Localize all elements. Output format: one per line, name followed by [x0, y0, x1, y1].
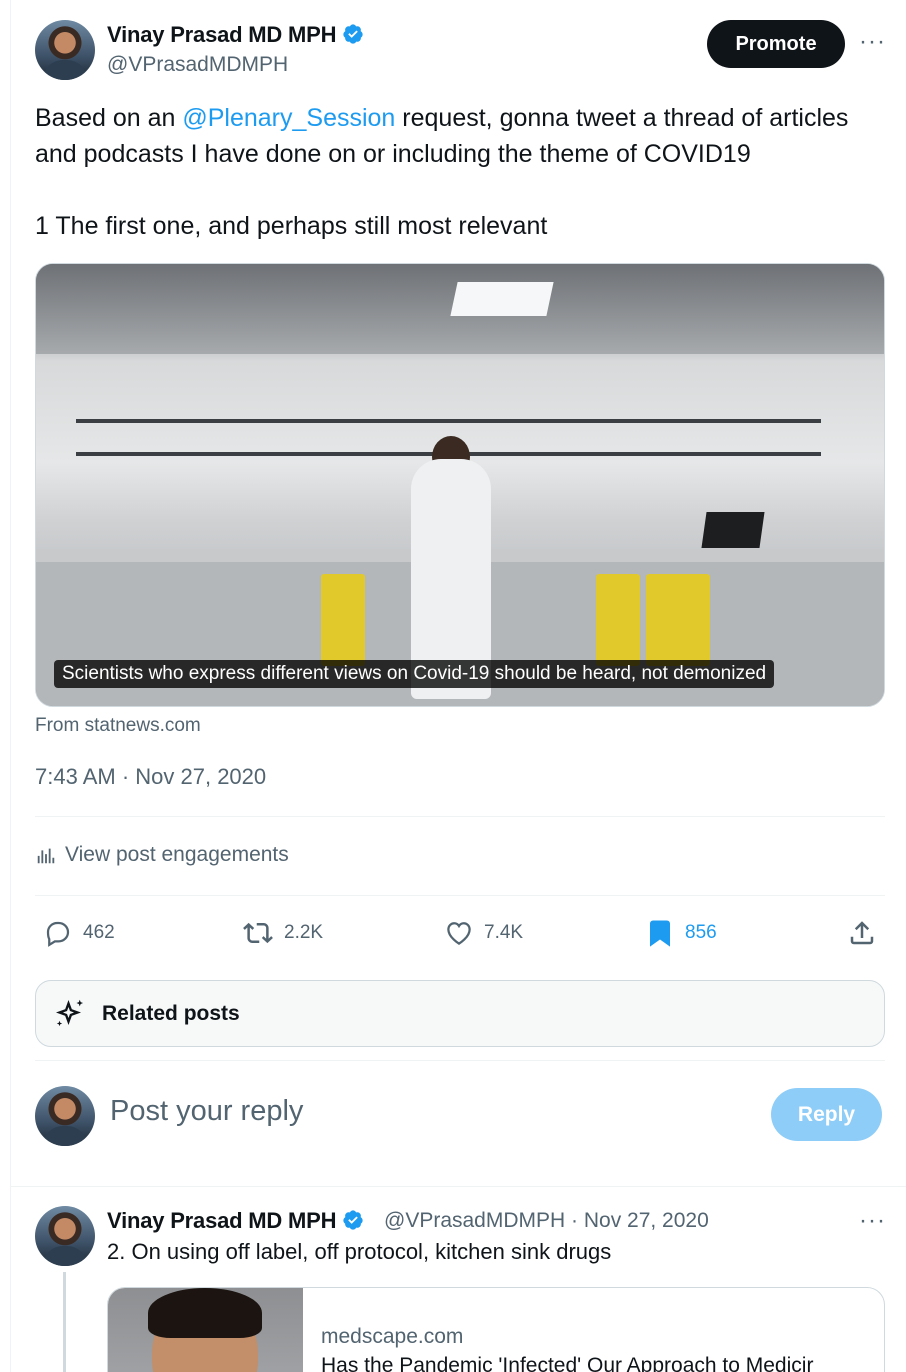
verified-badge-icon [343, 24, 363, 44]
reply-author-name[interactable]: Vinay Prasad MD MPH [107, 1208, 364, 1234]
post-timestamp[interactable]: 7:43 AM · Nov 27, 2020 [35, 764, 266, 790]
heart-icon[interactable] [444, 918, 474, 948]
share-action[interactable] [847, 912, 877, 954]
post-text-line2: 1 The first one, and perhaps still most … [35, 212, 548, 240]
share-icon[interactable] [847, 918, 877, 948]
left-border [10, 0, 11, 1372]
user-avatar[interactable] [35, 1086, 95, 1146]
view-engagements-label[interactable]: View post engagements [65, 843, 289, 867]
reply-author-name-text[interactable]: Vinay Prasad MD MPH [107, 1208, 337, 1233]
more-options-icon[interactable]: ··· [859, 28, 886, 56]
author-name-text[interactable]: Vinay Prasad MD MPH [107, 22, 337, 47]
link-preview-image [108, 1288, 303, 1372]
thumb-hair [148, 1288, 262, 1338]
reply-author-avatar[interactable] [35, 1206, 95, 1266]
article-image[interactable]: Scientists who express different views o… [35, 263, 885, 707]
like-count: 7.4K [484, 922, 524, 943]
sparkle-icon [55, 999, 84, 1026]
related-posts-button[interactable]: Related posts [35, 980, 885, 1047]
yellow-bin [321, 574, 365, 666]
mention-link[interactable]: @Plenary_Session [182, 104, 395, 132]
yellow-bin [646, 574, 710, 666]
divider [35, 816, 885, 817]
post-actions: 462 2.2K 7.4K 856 [35, 912, 885, 954]
thread-connector [63, 1272, 66, 1372]
reply-meta[interactable]: @VPrasadMDMPH · Nov 27, 2020 [384, 1209, 709, 1233]
link-preview-card[interactable]: medscape.com Has the Pandemic 'Infected'… [107, 1287, 885, 1372]
repost-count: 2.2K [284, 922, 324, 943]
link-source[interactable]: From statnews.com [35, 715, 201, 737]
ceiling-light [450, 282, 554, 316]
post-text: Based on an @Plenary_Session request, go… [35, 100, 885, 244]
like-action[interactable]: 7.4K [444, 912, 523, 954]
bookmark-count: 856 [685, 922, 717, 943]
post-text-prefix: Based on an [35, 104, 183, 132]
link-preview-title: Has the Pandemic 'Infected' Our Approach… [321, 1354, 814, 1372]
divider [35, 1060, 885, 1061]
repost-icon[interactable] [242, 918, 274, 948]
author-avatar[interactable] [35, 20, 95, 80]
yellow-bin [596, 574, 640, 666]
reply-button[interactable]: Reply [771, 1088, 882, 1141]
bookmark-action[interactable]: 856 [645, 912, 717, 954]
divider [35, 895, 885, 896]
image-caption: Scientists who express different views o… [54, 660, 775, 688]
related-posts-label[interactable]: Related posts [102, 1002, 240, 1026]
reply-count: 462 [83, 922, 115, 943]
section-divider [10, 1186, 906, 1187]
reply-icon[interactable] [43, 918, 73, 948]
bookmark-filled-icon[interactable] [645, 917, 675, 949]
reply-input[interactable]: Post your reply [110, 1095, 303, 1128]
verified-badge-icon [343, 1210, 363, 1230]
promote-button[interactable]: Promote [707, 20, 845, 68]
shelf-upper [76, 419, 821, 423]
link-preview-domain: medscape.com [321, 1325, 464, 1348]
view-engagements-link[interactable]: View post engagements [35, 843, 289, 867]
analytics-icon [37, 848, 55, 864]
repost-action[interactable]: 2.2K [242, 912, 323, 954]
reply-action[interactable]: 462 [43, 912, 115, 954]
author-name[interactable]: Vinay Prasad MD MPH [107, 22, 364, 48]
laptop [701, 512, 765, 548]
reply-text: 2. On using off label, off protocol, kit… [107, 1239, 612, 1264]
author-handle[interactable]: @VPrasadMDMPH [107, 53, 288, 77]
reply-more-options-icon[interactable]: ··· [859, 1207, 886, 1235]
